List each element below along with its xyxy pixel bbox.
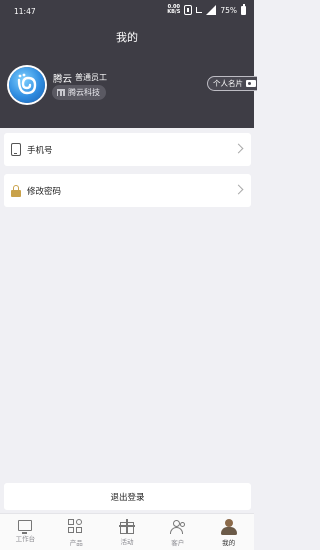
id-card-icon bbox=[246, 80, 256, 87]
chevron-right-icon bbox=[233, 143, 244, 154]
change-password-item[interactable]: 修改密码 bbox=[4, 174, 251, 207]
tab-label: 产品 bbox=[69, 539, 83, 547]
gift-icon bbox=[118, 519, 135, 534]
company-badge: 腾云科技 bbox=[52, 85, 106, 100]
phone-icon bbox=[11, 143, 21, 156]
tab-workbench[interactable]: 工作台 bbox=[0, 514, 51, 550]
lock-icon bbox=[11, 184, 21, 197]
product-icon bbox=[68, 519, 84, 535]
battery-percent: 75% bbox=[220, 5, 237, 15]
workbench-icon bbox=[18, 520, 33, 534]
tab-label: 活动 bbox=[120, 538, 134, 546]
status-icons: 0.00 KB/S 75% bbox=[167, 4, 246, 15]
avatar[interactable] bbox=[9, 67, 45, 103]
signal-icon bbox=[206, 5, 217, 15]
profile-header: 11:47 0.00 KB/S 75% 我的 腾云 普通员工 腾云科技 个人名片 bbox=[0, 0, 257, 128]
mine-icon bbox=[220, 519, 237, 535]
page-title: 我的 bbox=[116, 31, 138, 44]
building-icon bbox=[57, 89, 65, 96]
customer-icon bbox=[169, 519, 186, 535]
user-role: 普通员工 bbox=[75, 73, 107, 82]
network-speed: 0.00 KB/S bbox=[167, 4, 181, 15]
tab-customers[interactable]: 客户 bbox=[152, 514, 203, 550]
wifi-icon bbox=[196, 7, 203, 13]
chevron-right-icon bbox=[233, 184, 244, 195]
business-card-button[interactable]: 个人名片 bbox=[207, 76, 257, 91]
battery-icon bbox=[241, 4, 246, 15]
logo-icon bbox=[17, 73, 37, 95]
tab-label: 客户 bbox=[171, 539, 185, 547]
tab-products[interactable]: 产品 bbox=[51, 514, 102, 550]
company-name: 腾云科技 bbox=[68, 88, 100, 97]
bottom-tab-bar: 工作台 产品 活动 客户 我的 bbox=[0, 513, 254, 550]
logout-button[interactable]: 退出登录 bbox=[4, 483, 251, 510]
phone-number-label: 手机号 bbox=[27, 145, 53, 156]
tab-activities[interactable]: 活动 bbox=[102, 514, 153, 550]
vibrate-icon bbox=[184, 5, 193, 15]
status-time: 11:47 bbox=[14, 7, 36, 16]
tab-label: 工作台 bbox=[15, 535, 36, 543]
tab-mine[interactable]: 我的 bbox=[203, 514, 254, 550]
status-bar: 11:47 0.00 KB/S 75% bbox=[0, 0, 254, 22]
business-card-label: 个人名片 bbox=[213, 79, 243, 88]
user-name: 腾云 bbox=[53, 74, 73, 85]
tab-label: 我的 bbox=[222, 539, 236, 547]
phone-number-item[interactable]: 手机号 bbox=[4, 133, 251, 166]
change-password-label: 修改密码 bbox=[27, 186, 62, 197]
